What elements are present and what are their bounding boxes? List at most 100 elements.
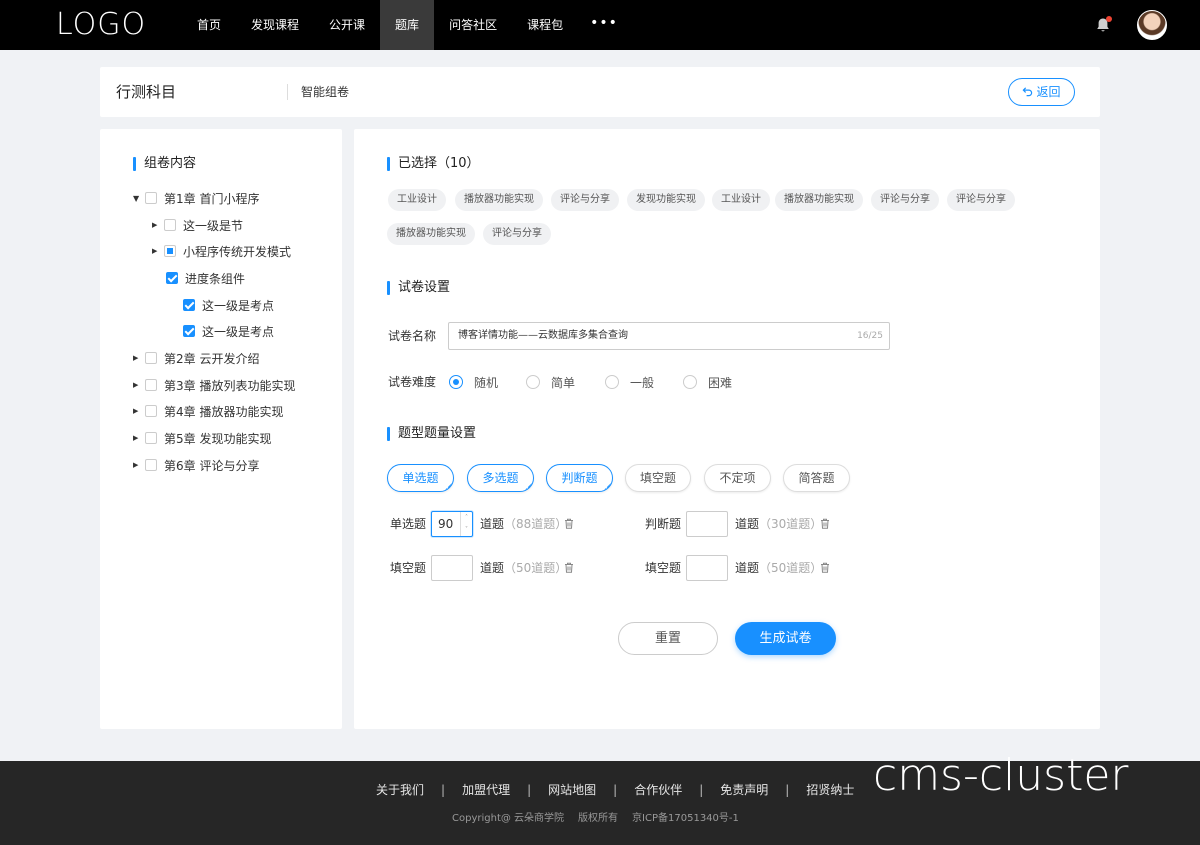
difficulty-easy-radio[interactable]: 简单: [526, 374, 575, 390]
selected-tag[interactable]: 评论与分享: [871, 189, 939, 211]
checkbox[interactable]: [145, 459, 157, 471]
qtype-short-answer[interactable]: 简答题: [783, 464, 850, 492]
checkbox[interactable]: [145, 379, 157, 391]
footer-link-careers[interactable]: 招贤纳士: [806, 782, 854, 798]
selected-tag[interactable]: 发现功能实现: [627, 189, 705, 211]
tree-node-section[interactable]: ▶ 这一级是节: [152, 216, 243, 234]
difficulty-random-radio[interactable]: 随机: [449, 374, 498, 390]
fill-blank-count-input-2[interactable]: [686, 555, 728, 581]
footer-link-franchise[interactable]: 加盟代理: [462, 782, 510, 798]
radio-label: 简单: [551, 375, 576, 390]
bell-icon[interactable]: [1094, 16, 1112, 34]
nav-item-question-bank[interactable]: 题库: [380, 0, 435, 50]
tree-node-chapter-5[interactable]: ▶ 第5章 发现功能实现: [133, 429, 271, 447]
nav-item-home[interactable]: 首页: [182, 0, 236, 50]
caret-right-icon[interactable]: ▶: [152, 247, 164, 255]
nav-item-discover-courses[interactable]: 发现课程: [236, 0, 314, 50]
caret-down-icon[interactable]: ▼: [133, 194, 145, 203]
copyright-text: Copyright@ 云朵商学院: [452, 813, 565, 824]
available-count: （50道题）: [759, 561, 823, 575]
tree-node-progress-bar[interactable]: 进度条组件: [166, 269, 245, 287]
checkbox[interactable]: [164, 219, 176, 231]
selected-tag[interactable]: 播放器功能实现: [775, 189, 863, 211]
qtype-true-false[interactable]: 判断题: [546, 464, 613, 492]
caret-right-icon[interactable]: ▶: [133, 461, 145, 469]
true-false-count-input[interactable]: [686, 511, 728, 537]
caret-right-icon[interactable]: ▶: [133, 434, 145, 442]
single-choice-count-input[interactable]: 90 ˄ ˅: [431, 511, 473, 537]
footer-separator: |: [785, 783, 790, 797]
avatar[interactable]: [1137, 10, 1167, 40]
back-button[interactable]: 返回: [1008, 78, 1075, 106]
selected-tag[interactable]: 工业设计: [388, 189, 446, 211]
count-value[interactable]: 90: [438, 517, 453, 531]
tree-node-chapter-3[interactable]: ▶ 第3章 播放列表功能实现: [133, 376, 295, 394]
radio-dot[interactable]: [605, 375, 619, 389]
caret-right-icon[interactable]: ▶: [133, 381, 145, 389]
checkbox[interactable]: [145, 405, 157, 417]
paper-name-value[interactable]: 博客详情功能——云数据库多集合查询: [458, 329, 628, 343]
tree-node-chapter-2[interactable]: ▶ 第2章 云开发介绍: [133, 349, 259, 367]
undo-arrow-icon: [1022, 79, 1033, 105]
radio-dot[interactable]: [683, 375, 697, 389]
reset-button[interactable]: 重置: [618, 622, 718, 655]
qtype-single-choice[interactable]: 单选题: [387, 464, 454, 492]
question-type-title: 题型题量设置: [387, 426, 476, 442]
available-count: （88道题）: [504, 517, 568, 531]
tree-node-exam-point-2[interactable]: 这一级是考点: [183, 322, 274, 340]
footer-link-disclaimer[interactable]: 免责声明: [720, 782, 768, 798]
tree-node-label: 第2章 云开发介绍: [164, 351, 260, 366]
fill-blank-count-input[interactable]: [431, 555, 473, 581]
footer-link-about[interactable]: 关于我们: [376, 782, 424, 798]
checkbox[interactable]: [145, 352, 157, 364]
checkbox-partial[interactable]: [164, 245, 176, 257]
footer: 关于我们 | 加盟代理 | 网站地图 | 合作伙伴 | 免责声明 | 招贤纳士 Copyr…: [0, 753, 1200, 845]
nav-item-qa-community[interactable]: 问答社区: [434, 0, 512, 50]
stepper[interactable]: ˄ ˅: [460, 512, 472, 536]
generate-paper-button[interactable]: 生成试卷: [735, 622, 836, 655]
selected-tag[interactable]: 评论与分享: [947, 189, 1015, 211]
qtype-fill-blank[interactable]: 填空题: [625, 464, 691, 492]
tree-node-chapter-1[interactable]: ▼ 第1章 首门小程序: [133, 189, 259, 207]
trash-icon[interactable]: [820, 518, 830, 529]
footer-link-sitemap[interactable]: 网站地图: [548, 782, 596, 798]
checkbox-checked[interactable]: [166, 272, 178, 284]
tree-node-label: 第5章 发现功能实现: [164, 431, 272, 446]
logo[interactable]: LOGO: [56, 8, 146, 42]
selected-tag[interactable]: 评论与分享: [551, 189, 619, 211]
selected-tag[interactable]: 工业设计: [712, 189, 770, 211]
paper-settings-panel: 已选择（10） 工业设计 播放器功能实现 评论与分享 发现功能实现 工业设计 播…: [354, 129, 1100, 729]
difficulty-hard-radio[interactable]: 困难: [683, 374, 732, 390]
caret-right-icon[interactable]: ▶: [133, 407, 145, 415]
count-unit: 道题: [480, 517, 505, 531]
more-icon[interactable]: •••: [578, 0, 630, 50]
checkbox[interactable]: [145, 432, 157, 444]
trash-icon[interactable]: [564, 562, 574, 573]
difficulty-medium-radio[interactable]: 一般: [605, 374, 654, 390]
checkbox-checked[interactable]: [183, 325, 195, 337]
tree-node-chapter-6[interactable]: ▶ 第6章 评论与分享: [133, 456, 259, 474]
qtype-indefinite[interactable]: 不定项: [704, 464, 771, 492]
count-hint-true-false: 道题（30道题）: [735, 516, 822, 532]
checkbox[interactable]: [145, 192, 157, 204]
tree-node-chapter-4[interactable]: ▶ 第4章 播放器功能实现: [133, 402, 283, 420]
paper-name-input[interactable]: 博客详情功能——云数据库多集合查询 16/25: [448, 322, 890, 350]
radio-dot[interactable]: [526, 375, 540, 389]
caret-right-icon[interactable]: ▶: [152, 221, 164, 229]
nav-item-open-courses[interactable]: 公开课: [314, 0, 380, 50]
radio-dot[interactable]: [449, 375, 463, 389]
trash-icon[interactable]: [564, 518, 574, 529]
tree-node-exam-point-1[interactable]: 这一级是考点: [183, 296, 274, 314]
footer-link-partners[interactable]: 合作伙伴: [634, 782, 682, 798]
trash-icon[interactable]: [820, 562, 830, 573]
selected-tag[interactable]: 播放器功能实现: [455, 189, 543, 211]
tree-node-traditional-dev[interactable]: ▶ 小程序传统开发模式: [152, 242, 291, 260]
qtype-multi-choice[interactable]: 多选题: [467, 464, 534, 492]
checkbox-checked[interactable]: [183, 299, 195, 311]
selected-tag[interactable]: 评论与分享: [483, 223, 551, 245]
caret-right-icon[interactable]: ▶: [133, 354, 145, 362]
selected-tag[interactable]: 播放器功能实现: [387, 223, 475, 245]
count-label-fill-blank: 填空题: [390, 561, 427, 575]
available-count: （50道题）: [504, 561, 568, 575]
nav-item-course-packages[interactable]: 课程包: [512, 0, 578, 50]
